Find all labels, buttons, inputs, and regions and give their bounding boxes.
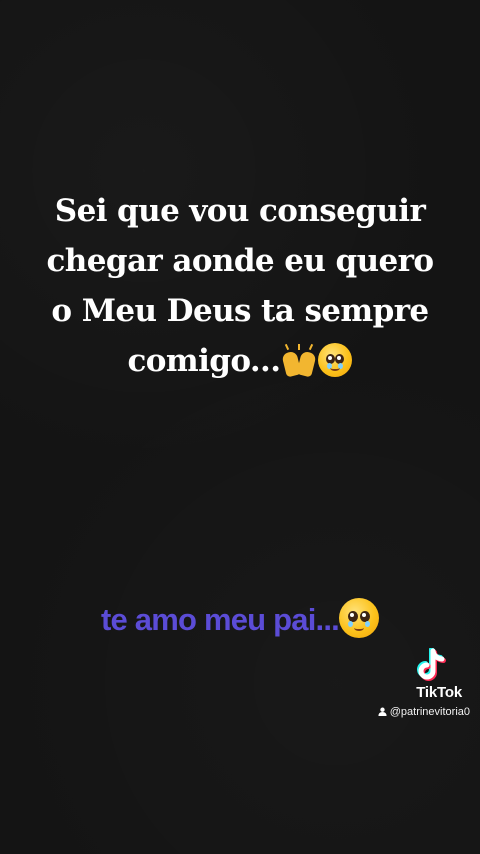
subtitle-text: te amo meu pai... (101, 602, 340, 637)
username-label: @patrinevitoria0 (378, 706, 470, 718)
tiktok-logo-icon (417, 648, 446, 681)
raised-hands-icon (280, 343, 318, 377)
caption-line-text: comigo... (127, 343, 282, 379)
caption-line-last: comigo... (0, 336, 480, 386)
pleading-face-icon (318, 342, 353, 377)
subtitle-caption: te amo meu pai... (0, 597, 480, 642)
caption-line: Sei que vou conseguir (54, 193, 426, 229)
tiktok-brand-label: TikTok (416, 684, 462, 701)
main-caption: Sei que vou conseguir chegar aonde eu qu… (0, 186, 480, 386)
person-icon (378, 707, 387, 716)
caption-line: o Meu Deus ta sempre (51, 293, 429, 329)
pleading-face-icon (338, 597, 379, 638)
username-text: @patrinevitoria0 (389, 706, 470, 718)
video-frame: Sei que vou conseguir chegar aonde eu qu… (0, 0, 480, 854)
caption-line: chegar aonde eu quero (46, 243, 435, 279)
